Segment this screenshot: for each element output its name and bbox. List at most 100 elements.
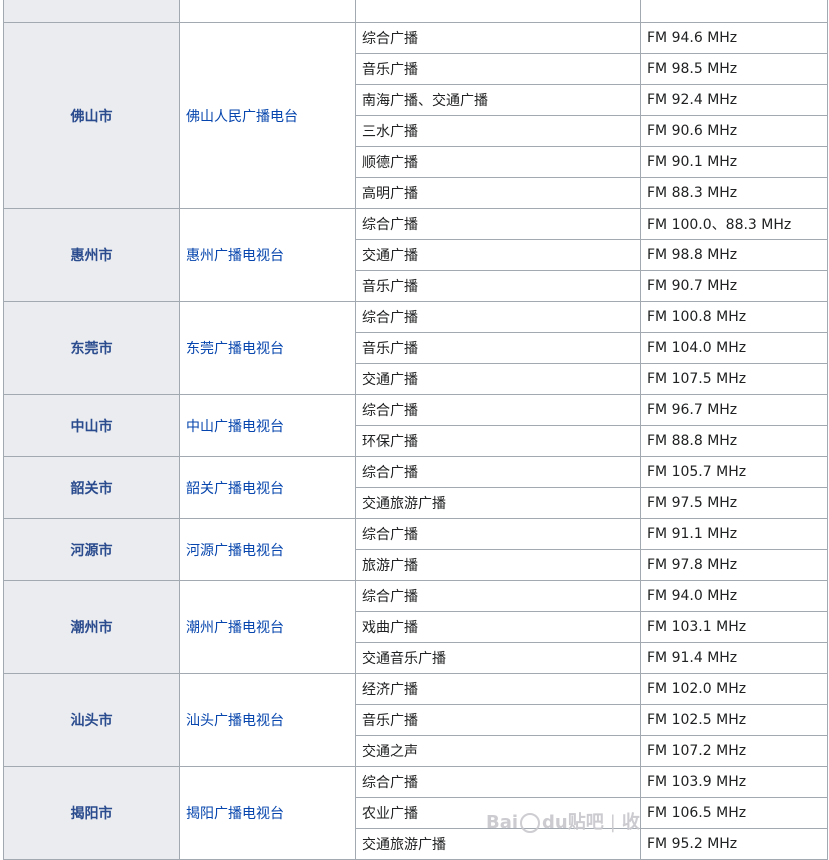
channel-cell: 综合广播 [355,580,641,612]
station-link[interactable]: 惠州广播电视台 [186,248,284,264]
table-row: 汕头市 汕头广播电视台 经济广播 FM 102.0 MHz [3,673,828,767]
station-cell [179,0,356,23]
station-cell: 汕头广播电视台 [179,673,356,767]
channel-cell: 综合广播 [355,208,641,240]
table-row: 东莞市 东莞广播电视台 综合广播 FM 100.8 MHz [3,301,828,395]
table-body: 佛山市 佛山人民广播电台 综合广播 FM 94.6 MHz 音乐广播 FM 98.5 MH… [3,0,828,860]
table-row: 韶关市 韶关广播电视台 综合广播 FM 105.7 MHz [3,456,828,519]
station-link[interactable]: 揭阳广播电视台 [186,806,284,822]
frequency-cell: FM 106.5 MHz [640,797,828,829]
frequency-cell: FM 88.8 MHz [640,425,828,457]
station-link[interactable]: 中山广播电视台 [186,419,284,435]
frequency-cell: FM 95.2 MHz [640,828,828,860]
channel-cell: 综合广播 [355,518,641,550]
station-link[interactable]: 佛山人民广播电台 [186,109,298,125]
channel-cell: 交通广播 [355,239,641,271]
station-link[interactable]: 河源广播电视台 [186,543,284,559]
channel-cell: 交通旅游广播 [355,487,641,519]
frequency-cell: FM 103.9 MHz [640,766,828,798]
city-link[interactable]: 汕头市 [71,713,113,729]
channel-cell: 三水广播 [355,115,641,147]
station-link[interactable]: 汕头广播电视台 [186,713,284,729]
frequency-cell: FM 88.3 MHz [640,177,828,209]
table-row: 潮州市 潮州广播电视台 综合广播 FM 94.0 MHz [3,580,828,674]
table-row: 佛山市 佛山人民广播电台 综合广播 FM 94.6 MHz [3,22,828,209]
frequency-cell: FM 97.5 MHz [640,487,828,519]
city-cell: 中山市 [3,394,180,457]
channel-cell: 音乐广播 [355,332,641,364]
frequency-cell: FM 107.5 MHz [640,363,828,395]
frequency-cell: FM 104.0 MHz [640,332,828,364]
table-row: 中山市 中山广播电视台 综合广播 FM 96.7 MHz [3,394,828,457]
city-link[interactable]: 韶关市 [71,481,113,497]
channel-cell: 交通旅游广播 [355,828,641,860]
frequency-cell: FM 91.1 MHz [640,518,828,550]
table-row [3,0,828,23]
channel-cell: 综合广播 [355,301,641,333]
frequency-cell: FM 92.4 MHz [640,84,828,116]
station-link[interactable]: 潮州广播电视台 [186,620,284,636]
radio-stations-table: 佛山市 佛山人民广播电台 综合广播 FM 94.6 MHz 音乐广播 FM 98.5 MH… [3,0,828,860]
frequency-cell: FM 102.0 MHz [640,673,828,705]
channel-cell: 综合广播 [355,394,641,426]
station-cell: 惠州广播电视台 [179,208,356,302]
frequency-cell: FM 98.5 MHz [640,53,828,85]
channel-cell: 交通广播 [355,363,641,395]
channel-cell [355,0,641,23]
city-cell: 东莞市 [3,301,180,395]
station-cell: 中山广播电视台 [179,394,356,457]
city-link[interactable]: 中山市 [71,419,113,435]
channel-cell: 农业广播 [355,797,641,829]
frequency-cell: FM 105.7 MHz [640,456,828,488]
frequency-cell: FM 96.7 MHz [640,394,828,426]
table-row: 揭阳市 揭阳广播电视台 综合广播 FM 103.9 MHz [3,766,828,860]
frequency-cell: FM 90.1 MHz [640,146,828,178]
city-cell: 汕头市 [3,673,180,767]
city-link[interactable]: 佛山市 [71,109,113,125]
city-cell: 河源市 [3,518,180,581]
frequency-cell: FM 94.6 MHz [640,22,828,54]
channel-cell: 音乐广播 [355,270,641,302]
table-row: 惠州市 惠州广播电视台 综合广播 FM 100.0、88.3 MHz [3,208,828,302]
channel-cell: 交通音乐广播 [355,642,641,674]
city-cell: 佛山市 [3,22,180,209]
channel-cell: 环保广播 [355,425,641,457]
channel-cell: 交通之声 [355,735,641,767]
frequency-cell [640,0,828,23]
channel-cell: 经济广播 [355,673,641,705]
station-cell: 东莞广播电视台 [179,301,356,395]
station-cell: 韶关广播电视台 [179,456,356,519]
frequency-cell: FM 97.8 MHz [640,549,828,581]
channel-cell: 综合广播 [355,22,641,54]
channel-cell: 戏曲广播 [355,611,641,643]
frequency-cell: FM 100.8 MHz [640,301,828,333]
frequency-cell: FM 98.8 MHz [640,239,828,271]
channel-cell: 音乐广播 [355,704,641,736]
channel-cell: 综合广播 [355,766,641,798]
station-link[interactable]: 东莞广播电视台 [186,341,284,357]
station-link[interactable]: 韶关广播电视台 [186,481,284,497]
city-link[interactable]: 揭阳市 [71,806,113,822]
city-link[interactable]: 潮州市 [71,620,113,636]
channel-cell: 顺德广播 [355,146,641,178]
city-link[interactable]: 惠州市 [71,248,113,264]
city-link[interactable]: 东莞市 [71,341,113,357]
city-cell: 惠州市 [3,208,180,302]
frequency-cell: FM 100.0、88.3 MHz [640,208,828,240]
frequency-cell: FM 102.5 MHz [640,704,828,736]
city-cell [3,0,180,23]
channel-cell: 高明广播 [355,177,641,209]
station-cell: 潮州广播电视台 [179,580,356,674]
station-cell: 佛山人民广播电台 [179,22,356,209]
frequency-cell: FM 90.6 MHz [640,115,828,147]
frequency-cell: FM 107.2 MHz [640,735,828,767]
city-link[interactable]: 河源市 [71,543,113,559]
channel-cell: 音乐广播 [355,53,641,85]
station-cell: 河源广播电视台 [179,518,356,581]
city-cell: 潮州市 [3,580,180,674]
channel-cell: 南海广播、交通广播 [355,84,641,116]
channel-cell: 综合广播 [355,456,641,488]
frequency-cell: FM 94.0 MHz [640,580,828,612]
channel-cell: 旅游广播 [355,549,641,581]
frequency-cell: FM 103.1 MHz [640,611,828,643]
